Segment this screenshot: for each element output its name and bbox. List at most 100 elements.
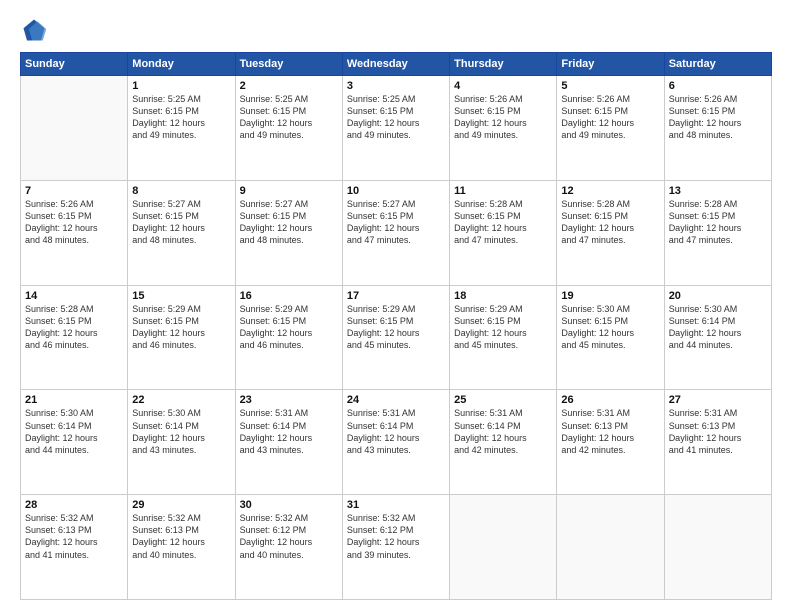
day-number: 22 (132, 394, 230, 406)
day-number: 19 (561, 290, 659, 302)
day-info: Sunrise: 5:28 AM Sunset: 6:15 PM Dayligh… (454, 198, 552, 247)
calendar-cell: 12Sunrise: 5:28 AM Sunset: 6:15 PM Dayli… (557, 180, 664, 285)
day-info: Sunrise: 5:27 AM Sunset: 6:15 PM Dayligh… (132, 198, 230, 247)
calendar-week-row: 1 Sunrise: 5:25 AM Sunset: 6:15 PM Daylig… (21, 76, 772, 181)
calendar-cell: 2Sunrise: 5:25 AM Sunset: 6:15 PM Daylig… (235, 76, 342, 181)
day-info: Sunrise: 5:31 AM Sunset: 6:14 PM Dayligh… (347, 407, 445, 456)
day-info: Sunrise: 5:29 AM Sunset: 6:15 PM Dayligh… (132, 303, 230, 352)
page: SundayMondayTuesdayWednesdayThursdayFrid… (0, 0, 792, 612)
day-number: 15 (132, 290, 230, 302)
day-number: 14 (25, 290, 123, 302)
day-info: Sunrise: 5:29 AM Sunset: 6:15 PM Dayligh… (454, 303, 552, 352)
weekday-header: Tuesday (235, 53, 342, 76)
calendar-cell: 15Sunrise: 5:29 AM Sunset: 6:15 PM Dayli… (128, 285, 235, 390)
day-number: 7 (25, 185, 123, 197)
day-info: Sunrise: 5:31 AM Sunset: 6:14 PM Dayligh… (240, 407, 338, 456)
calendar-cell (664, 495, 771, 600)
calendar-cell (557, 495, 664, 600)
header (20, 16, 772, 44)
weekday-header: Saturday (664, 53, 771, 76)
day-number: 2 (240, 80, 338, 92)
day-info: Sunrise: 5:28 AM Sunset: 6:15 PM Dayligh… (561, 198, 659, 247)
day-number: 3 (347, 80, 445, 92)
day-info: Sunrise: 5:31 AM Sunset: 6:13 PM Dayligh… (561, 407, 659, 456)
calendar-cell: 24Sunrise: 5:31 AM Sunset: 6:14 PM Dayli… (342, 390, 449, 495)
day-info: Sunrise: 5:29 AM Sunset: 6:15 PM Dayligh… (240, 303, 338, 352)
day-info: Sunrise: 5:28 AM Sunset: 6:15 PM Dayligh… (25, 303, 123, 352)
logo-icon (20, 16, 48, 44)
day-number: 24 (347, 394, 445, 406)
day-number: 18 (454, 290, 552, 302)
day-info: Sunrise: 5:30 AM Sunset: 6:15 PM Dayligh… (561, 303, 659, 352)
weekday-header: Monday (128, 53, 235, 76)
day-info: Sunrise: 5:32 AM Sunset: 6:13 PM Dayligh… (25, 512, 123, 561)
weekday-header: Wednesday (342, 53, 449, 76)
calendar-cell: 6Sunrise: 5:26 AM Sunset: 6:15 PM Daylig… (664, 76, 771, 181)
calendar-cell: 27Sunrise: 5:31 AM Sunset: 6:13 PM Dayli… (664, 390, 771, 495)
calendar-cell: 21Sunrise: 5:30 AM Sunset: 6:14 PM Dayli… (21, 390, 128, 495)
day-number: 28 (25, 499, 123, 511)
day-info: Sunrise: 5:29 AM Sunset: 6:15 PM Dayligh… (347, 303, 445, 352)
day-number: 23 (240, 394, 338, 406)
day-number: 25 (454, 394, 552, 406)
calendar-week-row: 21Sunrise: 5:30 AM Sunset: 6:14 PM Dayli… (21, 390, 772, 495)
day-number: 30 (240, 499, 338, 511)
day-info: Sunrise: 5:25 AM Sunset: 6:15 PM Dayligh… (347, 93, 445, 142)
calendar-cell: 5Sunrise: 5:26 AM Sunset: 6:15 PM Daylig… (557, 76, 664, 181)
day-number: 29 (132, 499, 230, 511)
day-number: 27 (669, 394, 767, 406)
logo (20, 16, 52, 44)
day-info: Sunrise: 5:28 AM Sunset: 6:15 PM Dayligh… (669, 198, 767, 247)
day-number: 16 (240, 290, 338, 302)
day-info: Sunrise: 5:26 AM Sunset: 6:15 PM Dayligh… (25, 198, 123, 247)
day-info: Sunrise: 5:26 AM Sunset: 6:15 PM Dayligh… (454, 93, 552, 142)
weekday-header: Friday (557, 53, 664, 76)
calendar-cell: 31Sunrise: 5:32 AM Sunset: 6:12 PM Dayli… (342, 495, 449, 600)
calendar-cell: 10Sunrise: 5:27 AM Sunset: 6:15 PM Dayli… (342, 180, 449, 285)
calendar-cell: 29Sunrise: 5:32 AM Sunset: 6:13 PM Dayli… (128, 495, 235, 600)
day-info: Sunrise: 5:30 AM Sunset: 6:14 PM Dayligh… (669, 303, 767, 352)
calendar-table: SundayMondayTuesdayWednesdayThursdayFrid… (20, 52, 772, 600)
weekday-header: Sunday (21, 53, 128, 76)
calendar-cell: 3Sunrise: 5:25 AM Sunset: 6:15 PM Daylig… (342, 76, 449, 181)
day-number: 1 (132, 80, 230, 92)
calendar-cell: 11Sunrise: 5:28 AM Sunset: 6:15 PM Dayli… (450, 180, 557, 285)
calendar-cell: 1Sunrise: 5:25 AM Sunset: 6:15 PM Daylig… (128, 76, 235, 181)
calendar-cell: 14Sunrise: 5:28 AM Sunset: 6:15 PM Dayli… (21, 285, 128, 390)
day-info: Sunrise: 5:32 AM Sunset: 6:13 PM Dayligh… (132, 512, 230, 561)
calendar-cell: 4Sunrise: 5:26 AM Sunset: 6:15 PM Daylig… (450, 76, 557, 181)
calendar-cell: 22Sunrise: 5:30 AM Sunset: 6:14 PM Dayli… (128, 390, 235, 495)
day-number: 13 (669, 185, 767, 197)
calendar-cell: 16Sunrise: 5:29 AM Sunset: 6:15 PM Dayli… (235, 285, 342, 390)
day-number: 31 (347, 499, 445, 511)
day-number: 21 (25, 394, 123, 406)
calendar-week-row: 28Sunrise: 5:32 AM Sunset: 6:13 PM Dayli… (21, 495, 772, 600)
day-number: 8 (132, 185, 230, 197)
day-info: Sunrise: 5:26 AM Sunset: 6:15 PM Dayligh… (669, 93, 767, 142)
calendar-cell: 13Sunrise: 5:28 AM Sunset: 6:15 PM Dayli… (664, 180, 771, 285)
day-number: 6 (669, 80, 767, 92)
calendar-cell: 30Sunrise: 5:32 AM Sunset: 6:12 PM Dayli… (235, 495, 342, 600)
calendar-header-row: SundayMondayTuesdayWednesdayThursdayFrid… (21, 53, 772, 76)
calendar-cell: 25Sunrise: 5:31 AM Sunset: 6:14 PM Dayli… (450, 390, 557, 495)
calendar-cell: 19Sunrise: 5:30 AM Sunset: 6:15 PM Dayli… (557, 285, 664, 390)
day-number: 11 (454, 185, 552, 197)
day-info: Sunrise: 5:30 AM Sunset: 6:14 PM Dayligh… (25, 407, 123, 456)
weekday-header: Thursday (450, 53, 557, 76)
day-number: 20 (669, 290, 767, 302)
calendar-cell: 23Sunrise: 5:31 AM Sunset: 6:14 PM Dayli… (235, 390, 342, 495)
day-number: 5 (561, 80, 659, 92)
calendar-cell: 7Sunrise: 5:26 AM Sunset: 6:15 PM Daylig… (21, 180, 128, 285)
calendar-cell: 18Sunrise: 5:29 AM Sunset: 6:15 PM Dayli… (450, 285, 557, 390)
calendar-cell: 17Sunrise: 5:29 AM Sunset: 6:15 PM Dayli… (342, 285, 449, 390)
day-number: 17 (347, 290, 445, 302)
calendar-week-row: 7Sunrise: 5:26 AM Sunset: 6:15 PM Daylig… (21, 180, 772, 285)
day-info: Sunrise: 5:32 AM Sunset: 6:12 PM Dayligh… (347, 512, 445, 561)
calendar-cell (450, 495, 557, 600)
calendar-cell: 28Sunrise: 5:32 AM Sunset: 6:13 PM Dayli… (21, 495, 128, 600)
day-info: Sunrise: 5:25 AM Sunset: 6:15 PM Dayligh… (240, 93, 338, 142)
day-info: Sunrise: 5:27 AM Sunset: 6:15 PM Dayligh… (240, 198, 338, 247)
calendar-week-row: 14Sunrise: 5:28 AM Sunset: 6:15 PM Dayli… (21, 285, 772, 390)
day-number: 10 (347, 185, 445, 197)
calendar-cell (21, 76, 128, 181)
